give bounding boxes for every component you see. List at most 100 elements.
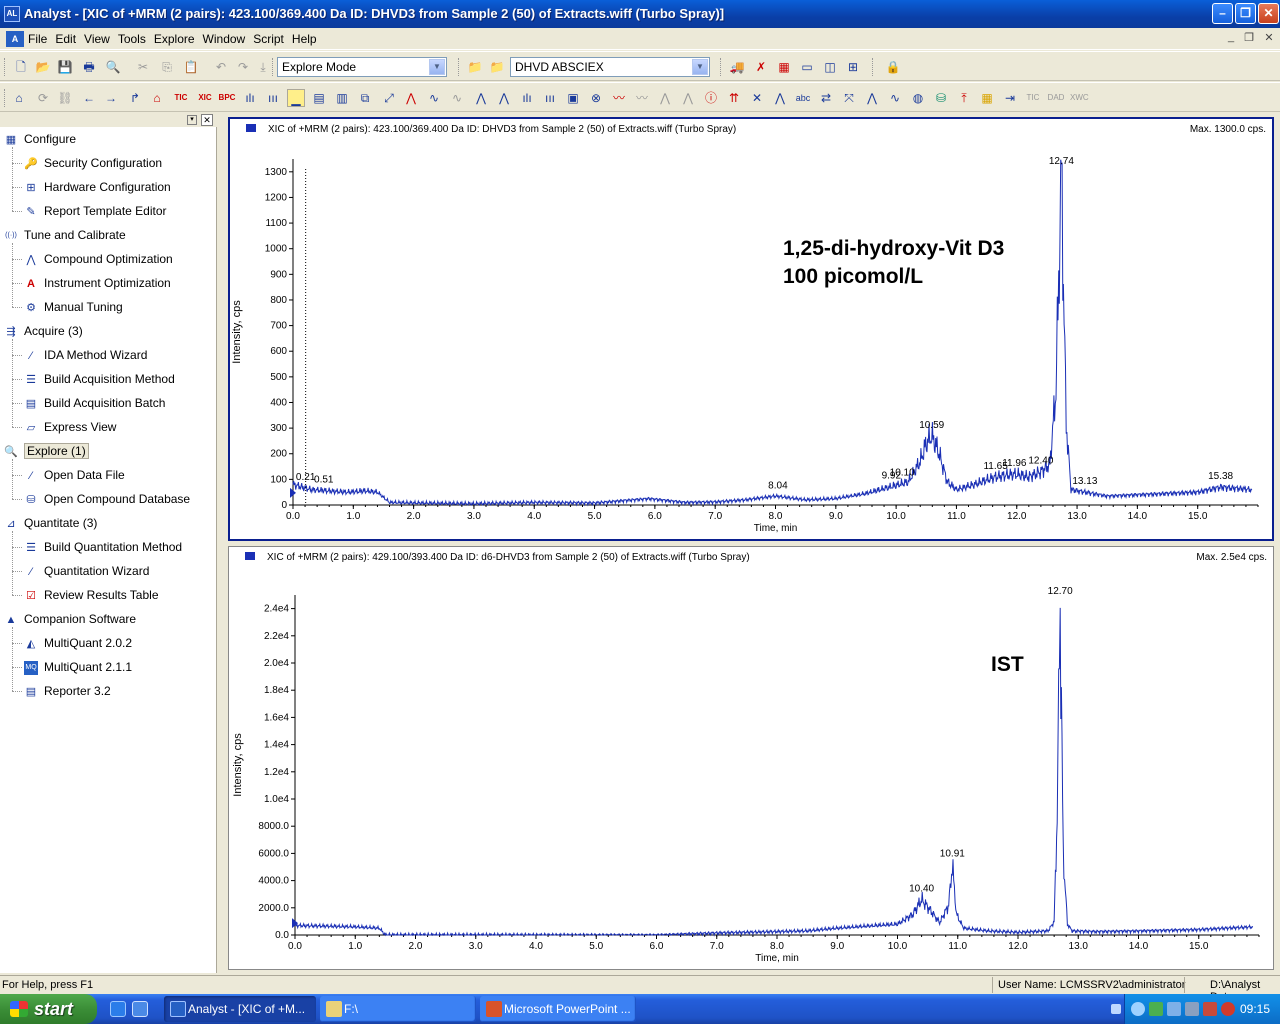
grid-yellow-icon[interactable]: ▦: [978, 89, 996, 107]
nav-item-acquire-3[interactable]: ⇶ Acquire (3): [4, 321, 82, 341]
lock-icon[interactable]: 🔒: [884, 58, 902, 76]
chart-active-icon[interactable]: ▁: [287, 89, 305, 107]
menu-script[interactable]: Script: [253, 32, 289, 46]
nav-item-compound-optimization[interactable]: ⋀ Compound Optimization: [24, 249, 172, 269]
tile-window-icon[interactable]: ⊞: [844, 58, 862, 76]
redo-icon[interactable]: ↷: [234, 58, 252, 76]
download-icon[interactable]: ⤓: [254, 58, 272, 76]
undo-icon[interactable]: ↶: [212, 58, 230, 76]
nav-item-tune-and-calibrate[interactable]: ((·)) Tune and Calibrate: [4, 225, 125, 245]
nav-item-reporter-3-2[interactable]: ▤ Reporter 3.2: [24, 681, 111, 701]
minimize-button[interactable]: –: [1212, 3, 1233, 24]
bpc-icon[interactable]: BPC: [218, 89, 236, 107]
print-preview-icon[interactable]: 🔍: [104, 58, 122, 76]
window-icon[interactable]: ▭: [798, 58, 816, 76]
copy-icon[interactable]: ⎘: [158, 58, 176, 76]
toolbar-grip[interactable]: [272, 58, 275, 76]
toolbar-grip[interactable]: [4, 89, 7, 107]
toolbar-grip[interactable]: [4, 58, 7, 76]
show-desktop-icon[interactable]: [132, 1001, 148, 1017]
nav-item-express-view[interactable]: ▱ Express View: [24, 417, 117, 437]
task-explorer-f[interactable]: F:\: [320, 996, 476, 1022]
folder-icon[interactable]: 📁: [466, 58, 484, 76]
open-folder-icon[interactable]: 📂: [34, 58, 52, 76]
peak-pair-icon[interactable]: ⋀: [495, 89, 513, 107]
tic-icon[interactable]: TIC: [172, 89, 190, 107]
menu-tools[interactable]: Tools: [118, 32, 151, 46]
chevron-left-icon[interactable]: [1131, 1002, 1145, 1016]
crop-icon[interactable]: ⤧: [840, 89, 858, 107]
chart-pane-analyte[interactable]: XIC of +MRM (2 pairs): 423.100/369.400 D…: [228, 117, 1274, 541]
cross-icon[interactable]: ✕: [748, 89, 766, 107]
arrows-up-icon[interactable]: ⇈: [725, 89, 743, 107]
nav-item-companion-software[interactable]: ▲ Companion Software: [4, 609, 137, 629]
dad-icon[interactable]: DAD: [1047, 89, 1065, 107]
calendar-icon[interactable]: ▦: [775, 58, 793, 76]
noise-icon[interactable]: 〰: [610, 89, 628, 107]
chevron-down-icon[interactable]: ▼: [429, 59, 445, 75]
remove-icon[interactable]: ⊗: [587, 89, 605, 107]
threshold-icon[interactable]: ⋀: [771, 89, 789, 107]
chart-pane-internal-standard[interactable]: XIC of +MRM (2 pairs): 429.100/393.400 D…: [228, 546, 1274, 970]
split-window-icon[interactable]: ◫: [821, 58, 839, 76]
nav-item-ida-method-wizard[interactable]: ⁄ IDA Method Wizard: [24, 345, 147, 365]
mdi-close-icon[interactable]: ✕: [1262, 31, 1276, 45]
nav-item-review-results-table[interactable]: ☑ Review Results Table: [24, 585, 158, 605]
peak-icon[interactable]: ⋀: [472, 89, 490, 107]
collapse-icon[interactable]: ▾: [187, 115, 197, 125]
noise-grey-icon[interactable]: 〰: [633, 89, 651, 107]
home-icon[interactable]: ⌂: [10, 89, 28, 107]
title-bar[interactable]: AL Analyst - [XIC of +MRM (2 pairs): 423…: [0, 0, 1280, 28]
task-analyst[interactable]: Analyst - [XIC of +M...: [164, 996, 316, 1022]
menu-help[interactable]: Help: [292, 32, 322, 46]
toolbar-grip[interactable]: [872, 58, 875, 76]
cancel-icon[interactable]: ✗: [752, 58, 770, 76]
nav-item-explore-1[interactable]: 🔍 Explore (1): [4, 441, 89, 461]
nav-item-configure[interactable]: ▦ Configure: [4, 129, 76, 149]
nav-item-instrument-optimization[interactable]: A Instrument Optimization: [24, 273, 171, 293]
database-icon[interactable]: ⛁: [932, 89, 950, 107]
shift-icon[interactable]: ⇄: [817, 89, 835, 107]
filter-icon[interactable]: ⋀: [656, 89, 674, 107]
project-folder-icon[interactable]: 📁: [488, 58, 506, 76]
arrow-left-icon[interactable]: ←: [80, 89, 98, 107]
project-select[interactable]: DHVD ABSCIEX ▼: [510, 57, 710, 77]
spectrum-icon[interactable]: ılı: [241, 89, 259, 107]
zoom-icon[interactable]: ⤢: [380, 89, 398, 107]
arrow-right-icon[interactable]: →: [102, 89, 120, 107]
document-icon[interactable]: A: [6, 31, 24, 47]
mdi-minimize-icon[interactable]: _: [1224, 31, 1238, 45]
tic-grey-icon[interactable]: TIC: [1024, 89, 1042, 107]
toolbar-grip[interactable]: [458, 58, 461, 76]
nav-item-open-data-file[interactable]: ⁄ Open Data File: [24, 465, 125, 485]
wave-icon[interactable]: ∿: [425, 89, 443, 107]
nav-item-manual-tuning[interactable]: ⚙ Manual Tuning: [24, 297, 123, 317]
keyboard-icon[interactable]: [1111, 1004, 1121, 1014]
menu-explore[interactable]: Explore: [154, 32, 200, 46]
task-powerpoint[interactable]: Microsoft PowerPoint ...: [480, 996, 636, 1022]
nav-item-security-configuration[interactable]: 🔑 Security Configuration: [24, 153, 162, 173]
wave-grey-icon[interactable]: ∿: [448, 89, 466, 107]
nav-item-multiquant-2-1-1[interactable]: MQ MultiQuant 2.1.1: [24, 657, 132, 677]
monitor-icon[interactable]: ▣: [564, 89, 582, 107]
nav-item-open-compound-database[interactable]: ⛁ Open Compound Database: [24, 489, 190, 509]
security-icon[interactable]: [1203, 1002, 1217, 1016]
stick-list-icon[interactable]: ııı: [541, 89, 559, 107]
nav-item-build-acquisition-method[interactable]: ☰ Build Acquisition Method: [24, 369, 175, 389]
up-arrow-icon[interactable]: ⤒: [955, 89, 973, 107]
xic-chart-internal-standard[interactable]: 0.0 1.0 2.0 3.0 4.0 5.0 6.0 7.0 8.0 9.0 10.0 11.0 12…: [229, 547, 1273, 969]
menu-file[interactable]: File: [28, 32, 52, 46]
nav-item-quantitation-wizard[interactable]: ⁄ Quantitation Wizard: [24, 561, 149, 581]
close-button[interactable]: ✕: [1258, 3, 1279, 24]
mode-select[interactable]: Explore Mode ▼: [277, 57, 447, 77]
toolbar-grip[interactable]: [720, 58, 723, 76]
mdi-restore-icon[interactable]: ❐: [1242, 31, 1256, 45]
nav-item-report-template-editor[interactable]: ✎ Report Template Editor: [24, 201, 166, 221]
baseline-icon[interactable]: ⋀: [863, 89, 881, 107]
forward-icon[interactable]: ↱: [126, 89, 144, 107]
menu-window[interactable]: Window: [203, 32, 251, 46]
network-icon[interactable]: [1149, 1002, 1163, 1016]
nav-item-build-quantitation-method[interactable]: ☰ Build Quantitation Method: [24, 537, 182, 557]
paste-icon[interactable]: 📋: [182, 58, 200, 76]
bars-icon[interactable]: ▥: [333, 89, 351, 107]
